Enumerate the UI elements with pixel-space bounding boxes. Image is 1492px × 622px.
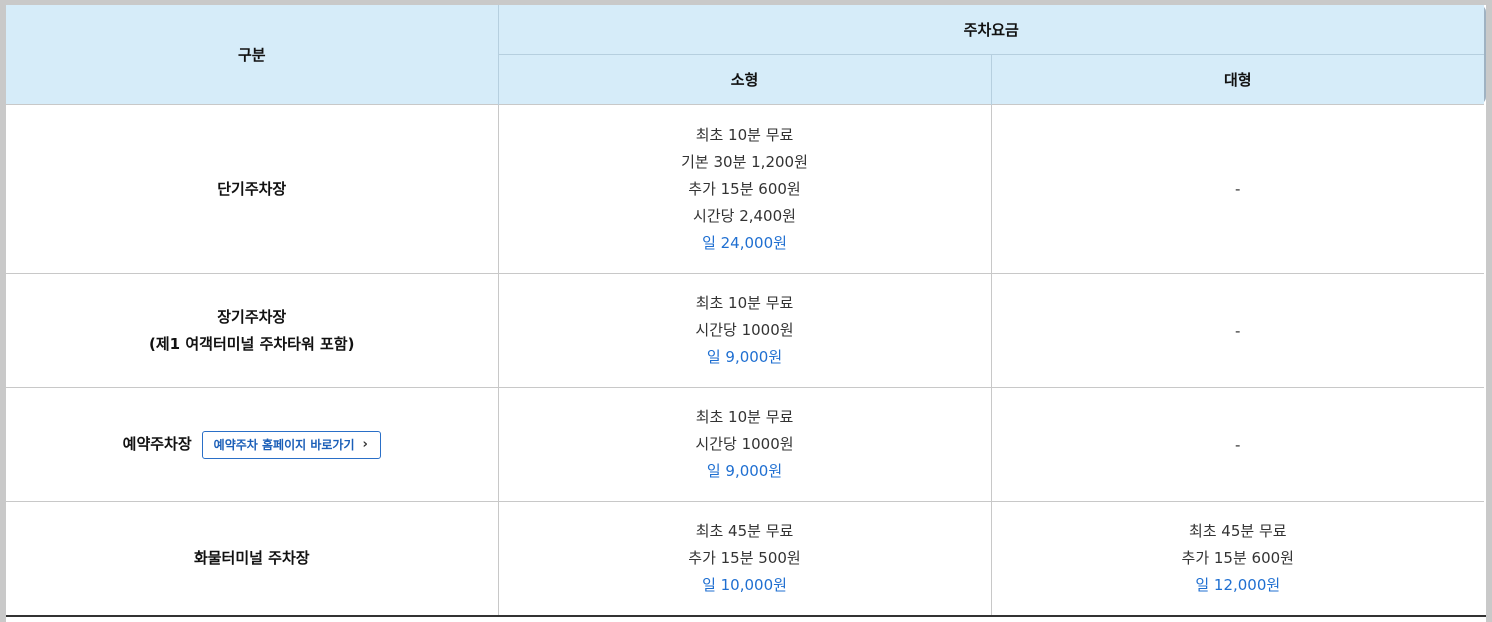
row-label: 장기주차장 — [217, 307, 287, 326]
table-bottom-border — [6, 615, 1486, 617]
row-label: 화물터미널 주차장 — [193, 549, 310, 568]
small-fee-cell: 최초 10분 무료 시간당 1000원 일 9,000원 — [497, 387, 991, 502]
daily-max-fee: 일 9,000원 — [706, 348, 783, 366]
row-label-cell: 화물터미널 주차장 — [6, 501, 498, 616]
daily-max-fee: 일 24,000원 — [702, 233, 787, 252]
row-label: 예약주차장 — [122, 435, 192, 453]
row-label-note: (제1 여객터미널 주차타워 포함) — [149, 334, 355, 353]
fee-line: 최초 45분 무료 — [695, 522, 794, 541]
small-fee-cell: 최초 45분 무료 추가 15분 500원 일 10,000원 — [497, 501, 991, 616]
daily-max-fee: 일 9,000원 — [706, 462, 783, 480]
daily-max-fee: 일 12,000원 — [1195, 576, 1281, 595]
large-fee-cell: 최초 45분 무료 추가 15분 600원 일 12,000원 — [990, 501, 1485, 616]
header-small-vehicle: 소형 — [497, 54, 991, 105]
header-category: 구분 — [6, 5, 498, 105]
not-available-dash: - — [1235, 321, 1241, 340]
reservation-homepage-label: 예약주차 홈페이지 바로가기 — [213, 438, 355, 452]
reservation-homepage-button[interactable]: 예약주차 홈페이지 바로가기 › — [201, 430, 381, 459]
header-parking-fee: 주차요금 — [497, 5, 1485, 55]
fee-line: 시간당 1000원 — [695, 321, 794, 339]
table-row: 예약주차장 예약주차 홈페이지 바로가기 › 최초 10분 무료 시간당 100… — [6, 387, 1485, 502]
fee-line: 기본 30분 1,200원 — [681, 152, 808, 171]
small-fee-cell: 최초 10분 무료 기본 30분 1,200원 추가 15분 600원 시간당 … — [497, 104, 991, 274]
fee-line: 시간당 2,400원 — [693, 206, 796, 225]
parking-fee-panel: 구분 주차요금 소형 대형 단기주차장 최초 10분 무료 기본 30분 1,2… — [6, 5, 1486, 622]
table-row: 장기주차장 (제1 여객터미널 주차타워 포함) 최초 10분 무료 시간당 1… — [6, 273, 1485, 388]
fee-line: 최초 10분 무료 — [695, 125, 794, 144]
not-available-dash: - — [1235, 180, 1241, 198]
not-available-dash: - — [1235, 435, 1241, 454]
fee-line: 최초 10분 무료 — [695, 294, 794, 312]
fee-line: 최초 10분 무료 — [695, 408, 794, 426]
fee-line: 추가 15분 600원 — [1181, 549, 1294, 568]
large-fee-cell: - — [990, 273, 1485, 388]
table-row: 단기주차장 최초 10분 무료 기본 30분 1,200원 추가 15분 600… — [6, 104, 1485, 274]
header-row-top: 구분 주차요금 — [6, 5, 1485, 105]
row-label: 단기주차장 — [217, 179, 287, 198]
fee-line: 추가 15분 600원 — [688, 179, 801, 198]
parking-fee-table: 구분 주차요금 소형 대형 단기주차장 최초 10분 무료 기본 30분 1,2… — [6, 5, 1485, 616]
large-fee-cell: - — [990, 104, 1485, 274]
chevron-right-icon: › — [362, 437, 368, 452]
daily-max-fee: 일 10,000원 — [702, 576, 787, 595]
fee-line: 추가 15분 500원 — [688, 549, 801, 568]
small-fee-cell: 최초 10분 무료 시간당 1000원 일 9,000원 — [497, 273, 991, 388]
reservation-label-group: 예약주차장 예약주차 홈페이지 바로가기 › — [122, 430, 381, 459]
large-fee-cell: - — [990, 387, 1485, 502]
fee-line: 시간당 1000원 — [695, 435, 794, 453]
table-row: 화물터미널 주차장 최초 45분 무료 추가 15분 500원 일 10,000… — [6, 501, 1485, 616]
header-large-vehicle: 대형 — [990, 54, 1485, 105]
row-label-cell: 장기주차장 (제1 여객터미널 주차타워 포함) — [6, 273, 498, 388]
row-label-cell: 예약주차장 예약주차 홈페이지 바로가기 › — [6, 387, 498, 502]
fee-line: 최초 45분 무료 — [1188, 522, 1287, 541]
row-label-cell: 단기주차장 — [6, 104, 498, 274]
